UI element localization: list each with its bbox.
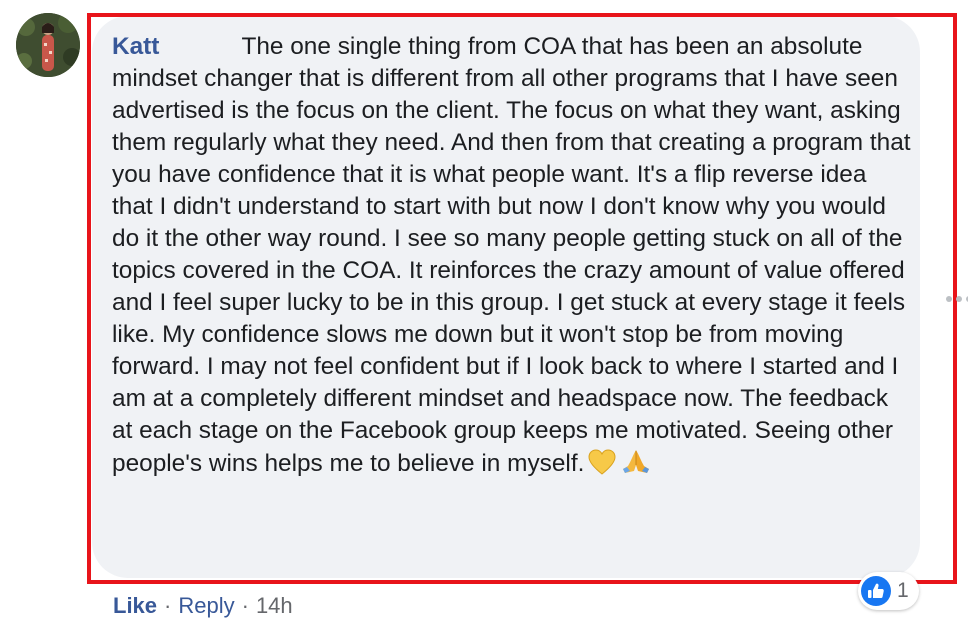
dot [946, 296, 952, 302]
reply-button[interactable]: Reply [178, 592, 234, 620]
separator: · [164, 593, 172, 618]
reaction-summary[interactable]: 1 [858, 572, 919, 610]
comment-actions: Like · Reply · 14h [113, 592, 293, 620]
comment-text: The one single thing from COA that has b… [112, 33, 918, 477]
avatar-photo [16, 13, 80, 77]
reaction-count: 1 [897, 579, 909, 602]
avatar[interactable] [16, 13, 80, 77]
more-options-icon[interactable] [946, 296, 968, 302]
folded-hands-icon [620, 447, 652, 484]
thumbs-up-icon [861, 576, 891, 606]
comment-author[interactable]: Katt [112, 33, 159, 60]
comment-body: Katt The one single thing from COA that h… [112, 31, 912, 484]
yellow-heart-icon [588, 449, 616, 484]
separator: · [241, 593, 249, 618]
like-button[interactable]: Like [113, 592, 157, 620]
timestamp[interactable]: 14h [256, 592, 293, 620]
dot [956, 296, 962, 302]
